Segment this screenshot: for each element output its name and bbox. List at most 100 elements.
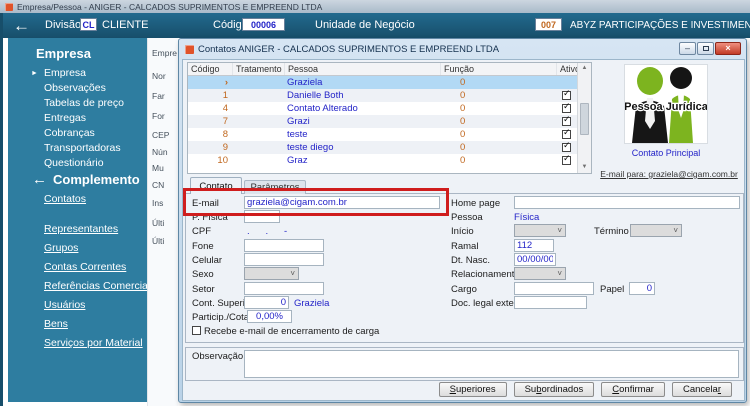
- tab-contato[interactable]: Contato: [190, 177, 242, 194]
- cargo-input[interactable]: [514, 282, 594, 295]
- sexo-label: Sexo: [192, 269, 214, 280]
- superiores-button[interactable]: Superiores: [438, 382, 507, 397]
- relacionamento-select[interactable]: ˅: [514, 267, 566, 280]
- inicio-select[interactable]: ˅: [514, 224, 566, 237]
- dialog-buttons: Superiores Su b ordinados Confirmar Cancel…: [438, 382, 732, 397]
- cont-superior-name: Graziela: [294, 298, 330, 309]
- background-label: CN: [152, 180, 165, 190]
- sidebar-item-label: Tabelas de preço: [44, 97, 124, 109]
- cell-funcao: 0: [460, 90, 466, 101]
- table-row[interactable]: 10 Graz 0 ✓: [188, 152, 577, 167]
- primary-contact-link[interactable]: Contato Principal: [603, 148, 729, 158]
- sidebar-item-transportadoras[interactable]: Transportadoras: [44, 141, 124, 156]
- column-header-tratamento[interactable]: Tratamento: [233, 63, 285, 75]
- cell-codigo: 7: [222, 116, 228, 127]
- contacts-dialog: Contatos ANIGER - CALCADOS SUPRIMENTOS E…: [178, 38, 747, 403]
- table-row[interactable]: 7 Grazi 0 ✓: [188, 114, 577, 128]
- cell-pessoa: Grazi: [287, 116, 310, 127]
- termino-select[interactable]: ˅: [630, 224, 682, 237]
- window-left-border: [0, 13, 3, 406]
- sidebar-link-representantes[interactable]: Representantes: [44, 220, 155, 239]
- table-row[interactable]: 9 teste diego 0 ✓: [188, 140, 577, 154]
- sidebar-link-servicos-por-material[interactable]: Serviços por Material: [44, 334, 155, 353]
- table-row[interactable]: 4 Contato Alterado 0 ✓: [188, 100, 577, 115]
- maximize-button[interactable]: [697, 42, 714, 55]
- table-row[interactable]: › Graziela 0 ✓: [188, 76, 577, 89]
- fone-input[interactable]: [244, 239, 324, 252]
- sidebar-link-referencias-comerciais[interactable]: Referências Comerciais: [44, 277, 155, 296]
- contact-photo: Pessoa Jurídica: [623, 64, 710, 144]
- back-arrow-icon[interactable]: ←: [13, 13, 30, 38]
- confirmar-button[interactable]: Confirmar: [601, 382, 665, 397]
- sidebar-item-cobrancas[interactable]: Cobranças: [44, 126, 124, 141]
- dt-nasc-input[interactable]: [514, 253, 556, 266]
- column-header-ativo[interactable]: Ativo: [557, 63, 577, 75]
- sidebar-item-empresa[interactable]: ► Empresa: [31, 66, 124, 81]
- sidebar-link-bens[interactable]: Bens: [44, 315, 155, 334]
- observacao-textarea[interactable]: [244, 350, 739, 378]
- ativo-checkbox[interactable]: ✓: [562, 152, 571, 165]
- sidebar-empresa-list: ► Empresa Observações Tabelas de preço E…: [31, 66, 124, 171]
- table-row[interactable]: 8 teste 0 ✓: [188, 127, 577, 141]
- cell-codigo: 9: [222, 142, 228, 153]
- sidebar-link-contatos[interactable]: Contatos: [44, 193, 86, 205]
- sidebar-item-observacoes[interactable]: Observações: [44, 81, 124, 96]
- p-fisica-input[interactable]: [244, 210, 280, 223]
- dialog-titlebar[interactable]: Contatos ANIGER - CALCADOS SUPRIMENTOS E…: [179, 39, 746, 59]
- ativo-checkbox[interactable]: ✓: [562, 114, 571, 126]
- doc-legal-input[interactable]: [514, 296, 587, 309]
- division-code-input[interactable]: CL: [80, 18, 97, 31]
- ativo-checkbox[interactable]: ✓: [562, 140, 571, 152]
- cancelar-button[interactable]: Cancela r: [671, 382, 732, 397]
- termino-label: Término: [594, 226, 629, 237]
- celular-input[interactable]: [244, 253, 324, 266]
- sidebar-link-contas-correntes[interactable]: Contas Correntes: [44, 258, 155, 277]
- cell-funcao: 0: [460, 77, 466, 88]
- scroll-up-icon[interactable]: ▲: [578, 63, 591, 74]
- column-header-codigo[interactable]: Código: [188, 63, 233, 75]
- grid-scrollbar[interactable]: ▲ ▼: [577, 63, 591, 173]
- cont-superior-input[interactable]: [244, 296, 289, 309]
- subordinados-button[interactable]: Su b ordinados: [513, 382, 595, 397]
- cell-pessoa: Contato Alterado: [287, 103, 358, 114]
- sexo-select[interactable]: ˅: [244, 267, 299, 280]
- cell-funcao: 0: [460, 103, 466, 114]
- background-label: Últi: [152, 236, 165, 246]
- sidebar-item-tabelas-de-preco[interactable]: Tabelas de preço: [44, 96, 124, 111]
- sidebar-link-usuarios[interactable]: Usuários: [44, 296, 155, 315]
- table-row[interactable]: 1 Danielle Both 0 ✓: [188, 88, 577, 102]
- business-unit-code-input[interactable]: 007: [535, 18, 562, 31]
- column-header-pessoa[interactable]: Pessoa: [285, 63, 441, 75]
- sidebar-section-complemento[interactable]: ← Complemento: [32, 172, 140, 187]
- setor-label: Setor: [192, 284, 215, 295]
- pessoa-value: Física: [514, 212, 540, 223]
- ativo-checkbox[interactable]: ✓: [562, 100, 571, 113]
- particip-input[interactable]: [247, 310, 292, 323]
- background-label: Últi: [152, 218, 165, 228]
- observacao-label: Observação: [192, 351, 244, 362]
- home-page-input[interactable]: [514, 196, 740, 209]
- ativo-checkbox[interactable]: ✓: [562, 88, 571, 100]
- check-icon: ✓: [563, 100, 571, 111]
- ramal-input[interactable]: [514, 239, 554, 252]
- close-button[interactable]: ×: [715, 42, 741, 55]
- sidebar-item-entregas[interactable]: Entregas: [44, 111, 124, 126]
- check-icon: ✓: [563, 152, 571, 163]
- setor-input[interactable]: [244, 282, 324, 295]
- minimize-button[interactable]: –: [679, 42, 696, 55]
- email-to-link[interactable]: E-mail para: graziela@cigam.com.br: [592, 169, 746, 179]
- scroll-down-icon[interactable]: ▼: [578, 162, 591, 173]
- ativo-checkbox[interactable]: ✓: [562, 127, 571, 139]
- recebe-email-checkbox[interactable]: [192, 326, 201, 335]
- sidebar-link-grupos[interactable]: Grupos: [44, 239, 155, 258]
- background-label: Nún: [152, 147, 168, 157]
- code-input[interactable]: 00006: [242, 18, 285, 31]
- email-input[interactable]: [244, 196, 440, 209]
- papel-input[interactable]: [629, 282, 655, 295]
- scrollbar-thumb[interactable]: [580, 103, 589, 135]
- division-label: Divisão: [45, 19, 82, 31]
- sidebar-item-questionario[interactable]: Questionário: [44, 156, 124, 171]
- particip-label: Particip./Cotas: [192, 312, 254, 323]
- tab-parametros[interactable]: Parâmetros: [244, 180, 306, 194]
- column-header-funcao[interactable]: Função: [441, 63, 557, 75]
